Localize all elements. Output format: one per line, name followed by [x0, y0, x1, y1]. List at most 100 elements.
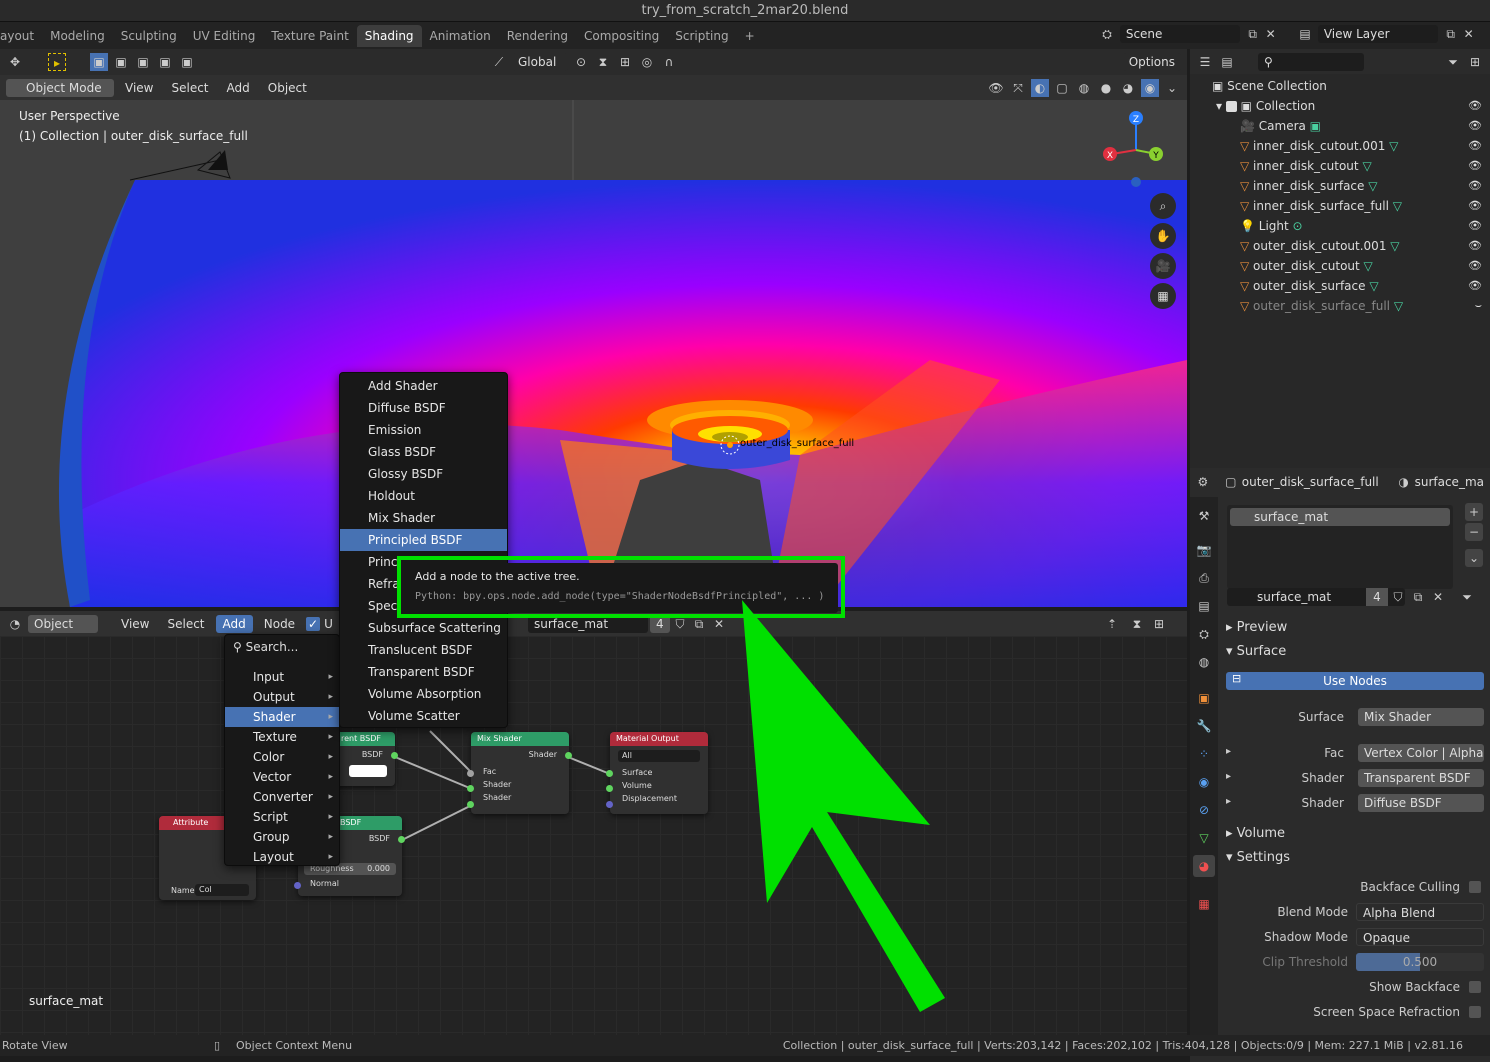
clip-threshold-slider[interactable]: 0.500 [1356, 953, 1484, 971]
mesh-data-icon[interactable]: ▽ [1386, 239, 1399, 253]
normal-socket[interactable] [294, 882, 301, 889]
snap-icon[interactable]: ⧗ [594, 53, 612, 71]
shader-menu-item[interactable]: Transparent BSDF [340, 661, 507, 683]
eye-icon[interactable]: 👁 [1468, 96, 1482, 116]
menu-select[interactable]: Select [160, 615, 211, 633]
modifier-tab-icon[interactable]: 🔧 [1195, 717, 1213, 735]
collection-checkbox[interactable] [1225, 101, 1237, 112]
eye-icon[interactable]: 👁 [1468, 196, 1482, 216]
visibility-icon[interactable]: 👁 [987, 79, 1005, 97]
mesh-data-icon[interactable]: ▽ [1364, 179, 1377, 193]
outliner-item[interactable]: ▽ outer_disk_surface_full ▽ ⌣ [1190, 296, 1490, 316]
menu-add[interactable]: Add [215, 614, 253, 633]
shader-menu-item[interactable]: Subsurface Scattering [340, 617, 507, 639]
copy-icon[interactable]: ⧉ [1409, 588, 1427, 606]
select-mode-invert-icon[interactable]: ▣ [156, 53, 174, 71]
tool-tab-icon[interactable]: ⚒ [1195, 507, 1213, 525]
use-nodes-button[interactable]: Use Nodes [1226, 672, 1484, 690]
select-mode-intersect-icon[interactable]: ▣ [178, 53, 196, 71]
object-tab-icon[interactable]: ▣ [1195, 689, 1213, 707]
zoom-icon[interactable]: ⌕ [1150, 193, 1176, 219]
surface-socket[interactable] [606, 770, 613, 777]
browse-node-tree-icon[interactable]: ⏷ [1458, 588, 1476, 606]
texture-tab-icon[interactable]: ▦ [1195, 895, 1213, 913]
output-socket[interactable] [391, 752, 398, 759]
camera-data-icon[interactable]: ▣ [1306, 119, 1321, 133]
fac-socket[interactable] [467, 770, 474, 777]
render-tab-icon[interactable]: 📷 [1195, 541, 1213, 559]
node-editor[interactable]: rent BSDF BSDF BSDF BSDF Roughness 0.000 … [0, 636, 1187, 1035]
snap-icon[interactable]: ⧗ [1128, 615, 1146, 633]
show-backface-checkbox[interactable] [1469, 981, 1481, 993]
collection-row[interactable]: ▾ ▣ Collection 👁 [1190, 96, 1490, 116]
mesh-data-icon[interactable]: ▽ [1390, 299, 1403, 313]
data-tab-icon[interactable]: ▽ [1195, 829, 1213, 847]
add-search-item[interactable]: ⚲ Search... [225, 635, 339, 659]
volume-socket[interactable] [606, 785, 613, 792]
slot-menu-icon[interactable]: ⌄ [1465, 549, 1483, 567]
mesh-data-icon[interactable]: ▽ [1366, 279, 1378, 293]
new-collection-icon[interactable]: ⊞ [1466, 53, 1484, 71]
add-menu-item[interactable]: Texture ▸ [225, 727, 339, 747]
shader-menu-item[interactable]: Holdout [340, 485, 507, 507]
constraints-tab-icon[interactable]: ⊘ [1195, 801, 1213, 819]
shader-type-dropdown[interactable]: Object [28, 614, 98, 633]
eye-icon[interactable]: 👁 [1468, 216, 1482, 236]
shading-solid-icon[interactable]: ● [1097, 79, 1115, 97]
close-icon[interactable]: ✕ [1429, 588, 1447, 606]
menu-view[interactable]: View [118, 79, 160, 97]
editor-type-icon[interactable]: ✥ [6, 53, 24, 71]
menu-add[interactable]: Add [220, 79, 257, 97]
preview-section[interactable]: ▸ Preview [1226, 620, 1287, 635]
add-menu-item[interactable]: Script ▸ [225, 807, 339, 827]
world-tab-icon[interactable]: ◍ [1195, 653, 1213, 671]
output-socket[interactable] [565, 752, 572, 759]
outliner-item[interactable]: ▽ outer_disk_cutout.001 ▽ 👁 [1190, 236, 1490, 256]
outliner-search-input[interactable]: ⚲ [1258, 52, 1364, 71]
menu-object[interactable]: Object [261, 79, 314, 97]
attribute-name-field[interactable]: Col [195, 884, 249, 896]
editor-type-icon[interactable]: ◔ [6, 615, 24, 633]
navigation-gizmo[interactable]: Z X Y [1100, 110, 1170, 200]
shading-rendered-icon[interactable]: ◉ [1141, 78, 1159, 97]
shader-menu-item[interactable]: Translucent BSDF [340, 639, 507, 661]
backface-culling-checkbox[interactable] [1469, 881, 1481, 893]
shading-material-icon[interactable]: ◕ [1119, 79, 1137, 97]
fac-field[interactable]: Vertex Color | Alpha [1358, 744, 1484, 762]
filter-icon[interactable]: ⏷ [1444, 53, 1462, 71]
3d-viewport[interactable]: User Perspective (1) Collection | outer_… [0, 100, 1187, 607]
add-menu-item[interactable]: Shader ▸ [225, 707, 339, 727]
select-mode-new-icon[interactable]: ▣ [90, 53, 108, 71]
physics-tab-icon[interactable]: ◉ [1195, 773, 1213, 791]
shader-menu-item[interactable]: Glass BSDF [340, 441, 507, 463]
parent-node-icon[interactable]: ⇡ [1103, 615, 1121, 633]
mesh-data-icon[interactable]: ▽ [1359, 159, 1371, 173]
select-mode-subtract-icon[interactable]: ▣ [134, 53, 152, 71]
shadow-mode-dropdown[interactable]: Opaque [1356, 928, 1484, 946]
editor-type-icon[interactable]: ⚙ [1196, 473, 1210, 491]
shader-menu-item[interactable]: Volume Scatter [340, 705, 507, 727]
surface-shader-field[interactable]: Mix Shader [1358, 708, 1484, 726]
shader-menu-item[interactable]: Mix Shader [340, 507, 507, 529]
add-menu-item[interactable]: Converter ▸ [225, 787, 339, 807]
material-output-node[interactable]: Material Output All Surface Volume Displ… [606, 732, 708, 814]
display-mode-icon[interactable]: ▤ [1218, 53, 1236, 71]
shader1-socket[interactable] [467, 785, 474, 792]
workspace-tab[interactable]: + [737, 25, 763, 47]
editor-type-icon[interactable]: ☰ [1196, 53, 1214, 71]
view-layer-name[interactable]: View Layer [1317, 25, 1438, 43]
close-icon[interactable]: ✕ [1262, 25, 1280, 43]
scene-selector[interactable]: ⛭ Scene ⧉ ✕ [1098, 25, 1288, 45]
add-menu-item[interactable]: Input ▸ [225, 667, 339, 687]
shading-wire-icon[interactable]: ◍ [1075, 79, 1093, 97]
light-data-icon[interactable]: ⊙ [1289, 219, 1303, 233]
eye-icon[interactable]: 👁 [1468, 276, 1482, 296]
material-tab-icon[interactable]: ◕ [1193, 855, 1215, 877]
add-menu-item[interactable]: Output ▸ [225, 687, 339, 707]
eye-icon[interactable]: ⌣ [1475, 296, 1482, 316]
workspace-tab[interactable]: Modeling [42, 25, 113, 47]
view-layer-tab-icon[interactable]: ▤ [1195, 597, 1213, 615]
workspace-tab[interactable]: Sculpting [113, 25, 185, 47]
menu-node[interactable]: Node [257, 615, 302, 633]
shader-menu-item[interactable]: Add Shader [340, 375, 507, 397]
